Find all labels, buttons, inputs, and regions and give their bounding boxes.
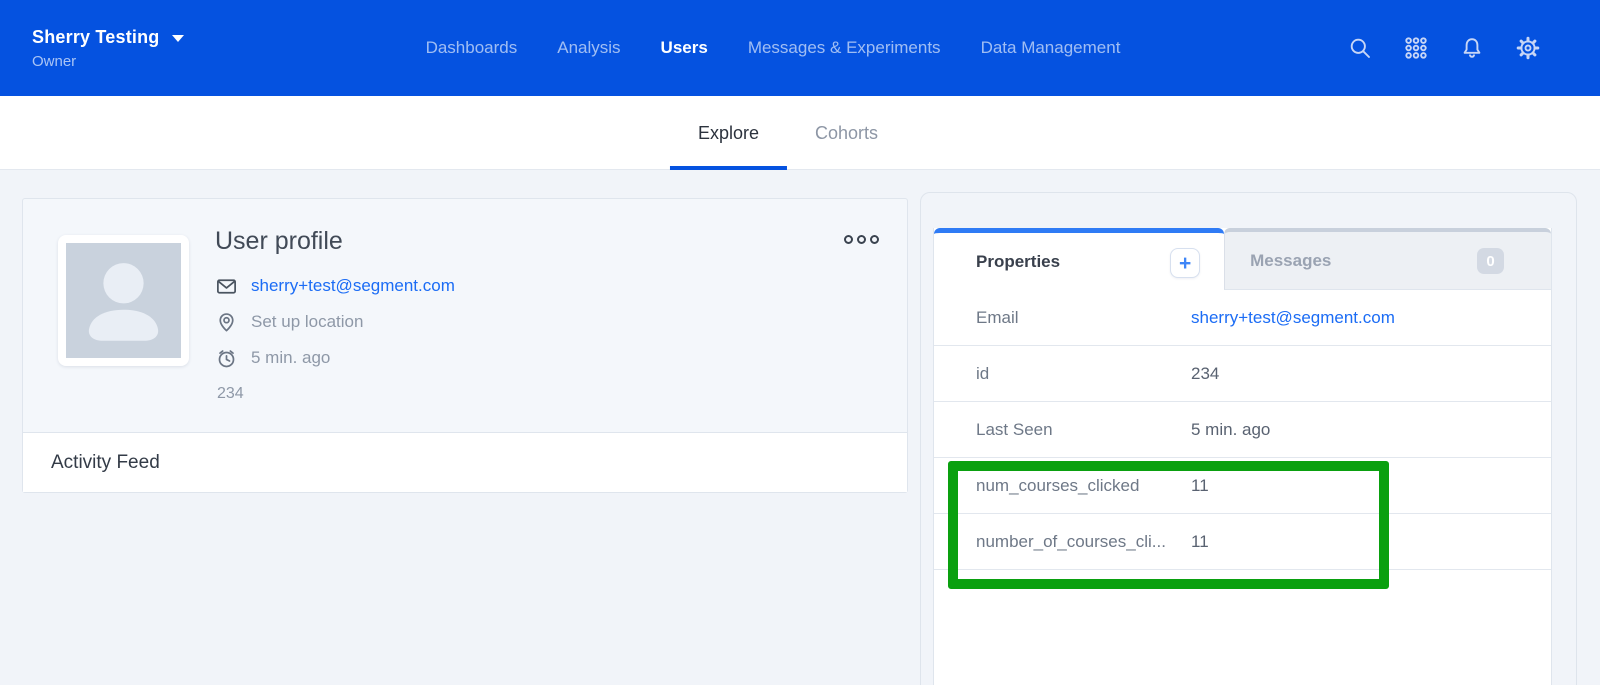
profile-title: User profile (215, 227, 455, 256)
table-row: Last Seen 5 min. ago (934, 402, 1551, 458)
tab-messages[interactable]: Messages 0 (1224, 228, 1551, 290)
gear-icon[interactable] (1516, 36, 1540, 60)
activity-feed-title: Activity Feed (51, 452, 160, 474)
profile-last-seen: 5 min. ago (251, 348, 330, 368)
add-property-button[interactable]: + (1170, 248, 1200, 278)
location-pin-icon (215, 311, 238, 334)
user-profile-card: User profile sherry+test@segment.com (22, 198, 908, 493)
profile-location-row: Set up location (215, 304, 455, 340)
messages-count-badge: 0 (1477, 248, 1504, 274)
workspace-selector[interactable]: Sherry Testing Owner (32, 0, 184, 96)
table-row: num_courses_clicked 11 (934, 458, 1551, 514)
property-label: id (934, 364, 1191, 384)
property-label: number_of_courses_cli... (934, 532, 1191, 552)
properties-table: Email sherry+test@segment.com id 234 Las… (934, 290, 1551, 570)
property-label: Email (934, 308, 1191, 328)
profile-info: User profile sherry+test@segment.com (215, 227, 455, 403)
table-row: number_of_courses_cli... 11 (934, 514, 1551, 570)
properties-panel: Properties + Messages 0 Email sherry+tes… (933, 228, 1552, 685)
nav-item-users[interactable]: Users (661, 38, 708, 58)
tab-properties-label: Properties (976, 252, 1060, 272)
profile-email-row: sherry+test@segment.com (215, 268, 455, 304)
apps-grid-icon[interactable] (1404, 36, 1428, 60)
search-icon[interactable] (1348, 36, 1372, 60)
nav-item-data-management[interactable]: Data Management (981, 38, 1121, 58)
tab-messages-label: Messages (1250, 251, 1331, 271)
alarm-clock-icon (215, 347, 238, 370)
chevron-down-icon (172, 35, 184, 42)
set-up-location-link[interactable]: Set up location (251, 312, 363, 332)
property-value-email-link[interactable]: sherry+test@segment.com (1191, 308, 1395, 328)
workspace-role: Owner (32, 53, 184, 70)
panel-tabs: Properties + Messages 0 (934, 228, 1551, 290)
dot-icon (857, 235, 866, 244)
property-label: Last Seen (934, 420, 1191, 440)
secondary-nav: Explore Cohorts (0, 96, 1600, 170)
tab-cohorts[interactable]: Cohorts (787, 96, 906, 170)
primary-nav: Dashboards Analysis Users Messages & Exp… (426, 0, 1121, 96)
bell-icon[interactable] (1460, 36, 1484, 60)
tab-explore[interactable]: Explore (670, 96, 787, 170)
profile-section: User profile sherry+test@segment.com (23, 199, 907, 433)
table-row: id 234 (934, 346, 1551, 402)
property-value: 11 (1191, 476, 1209, 496)
envelope-icon (215, 275, 238, 298)
property-value: 5 min. ago (1191, 420, 1270, 440)
property-value: 11 (1191, 532, 1209, 552)
property-label: num_courses_clicked (934, 476, 1191, 496)
nav-item-analysis[interactable]: Analysis (557, 38, 620, 58)
page: Sherry Testing Owner Dashboards Analysis… (0, 0, 1600, 685)
profile-last-seen-row: 5 min. ago (215, 340, 455, 376)
nav-item-messages-experiments[interactable]: Messages & Experiments (748, 38, 941, 58)
table-row: Email sherry+test@segment.com (934, 290, 1551, 346)
profile-email-link[interactable]: sherry+test@segment.com (251, 276, 455, 296)
workspace-name: Sherry Testing (32, 27, 160, 48)
profile-user-id: 234 (215, 385, 455, 403)
nav-item-dashboards[interactable]: Dashboards (426, 38, 518, 58)
dot-icon (870, 235, 879, 244)
avatar (58, 235, 189, 366)
top-navigation-bar: Sherry Testing Owner Dashboards Analysis… (0, 0, 1600, 96)
dot-icon (844, 235, 853, 244)
tab-properties[interactable]: Properties + (934, 228, 1224, 290)
property-value: 234 (1191, 364, 1219, 384)
more-options-button[interactable] (844, 235, 879, 244)
topbar-icon-group (1348, 0, 1540, 96)
activity-feed-section: Activity Feed (23, 432, 907, 492)
